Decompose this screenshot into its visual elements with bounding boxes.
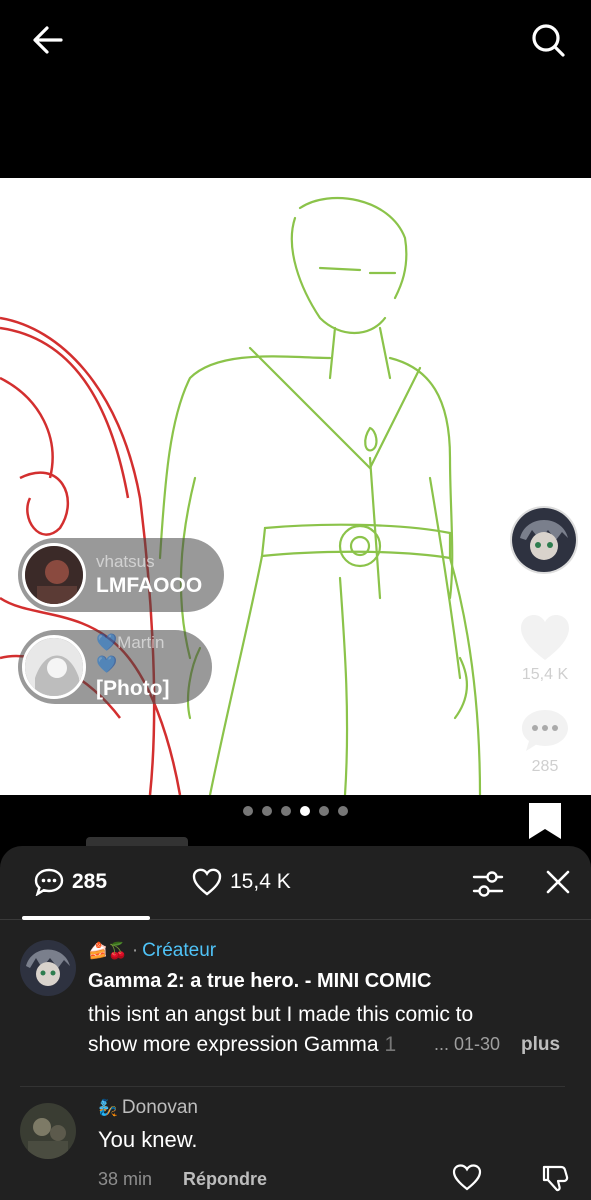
side-comment-count: 285	[531, 758, 559, 775]
bookmark-icon[interactable]	[527, 801, 563, 841]
heart-outline-icon	[192, 868, 222, 896]
comment-time: 38 min	[98, 1169, 153, 1189]
filter-sliders-icon[interactable]	[468, 864, 508, 904]
comment-header: 🍰🍒 · Créateur	[88, 940, 216, 962]
post-title: Gamma 2: a true hero. - MINI COMIC	[88, 970, 432, 992]
live-comment-bubble[interactable]: vhatsus LMFAOOO	[18, 538, 224, 612]
side-like-button[interactable]: 15,4 K	[513, 614, 577, 684]
carousel-indicator	[0, 806, 591, 816]
bubble-username: 💙Martin💙	[96, 633, 165, 674]
tab-likes[interactable]: 15,4 K	[192, 868, 291, 896]
avatar[interactable]	[20, 1103, 76, 1159]
comment-text: You knew.	[98, 1127, 198, 1152]
arrow-left-icon	[33, 26, 63, 54]
comments-sheet: 285 15,4 K 🍰🍒 · Créateur Gamma 2: a true…	[0, 846, 591, 1200]
separator: ·	[131, 940, 139, 961]
close-icon[interactable]	[538, 862, 578, 902]
comment-header: 🧞 Donovan	[98, 1097, 198, 1119]
bubble-message: [Photo]	[96, 677, 170, 700]
user-badge: 🧞	[98, 1100, 118, 1117]
tab-active-underline	[22, 916, 150, 920]
tab-comments-count: 285	[72, 870, 108, 893]
tab-likes-count: 15,4 K	[230, 870, 291, 893]
sheet-tab-bar: 285 15,4 K	[0, 846, 591, 920]
live-comment-bubble[interactable]: 💙Martin💙 [Photo]	[18, 630, 212, 704]
comment-body-line2: show more expression Gamma 1	[88, 1030, 396, 1060]
tab-comments[interactable]: 285	[34, 868, 107, 896]
see-more-link[interactable]: plus	[521, 1034, 560, 1056]
user-badge: 🍰🍒	[88, 943, 128, 960]
carousel-dot-active[interactable]	[300, 806, 310, 816]
creator-avatar[interactable]	[510, 506, 578, 574]
carousel-dot[interactable]	[243, 806, 253, 816]
comment-body-text: show more expression Gamma	[88, 1033, 379, 1056]
search-button[interactable]	[524, 16, 572, 64]
heart-outline-icon[interactable]	[452, 1163, 482, 1193]
avatar	[22, 543, 86, 607]
comment-body-truncated: 1	[384, 1033, 397, 1056]
comment-date: ... 01-30	[434, 1034, 501, 1054]
bubble-username: vhatsus	[96, 552, 155, 571]
side-like-count: 15,4 K	[521, 666, 569, 683]
thumbs-down-icon[interactable]	[540, 1163, 570, 1193]
back-button[interactable]	[24, 16, 72, 64]
top-bar	[0, 0, 591, 178]
bubble-message: LMFAOOO	[96, 574, 203, 597]
avatar	[22, 635, 86, 699]
comment-username[interactable]: Donovan	[122, 1097, 198, 1119]
carousel-dot[interactable]	[319, 806, 329, 816]
comment-bubble-icon	[522, 710, 568, 751]
carousel-dot[interactable]	[338, 806, 348, 816]
carousel-dot[interactable]	[281, 806, 291, 816]
heart-icon	[521, 615, 569, 660]
comment-item: 🧞 Donovan You knew. 38 min Répondre	[20, 1086, 569, 1192]
avatar[interactable]	[20, 940, 76, 996]
reply-button[interactable]: Répondre	[183, 1169, 267, 1190]
search-icon	[532, 24, 565, 57]
comment-icon	[34, 868, 64, 896]
carousel-dot[interactable]	[262, 806, 272, 816]
side-comment-button[interactable]: 285	[513, 708, 577, 776]
comment-body: this isnt an angst but I made this comic…	[88, 1003, 474, 1026]
creator-label: Créateur	[142, 940, 217, 961]
